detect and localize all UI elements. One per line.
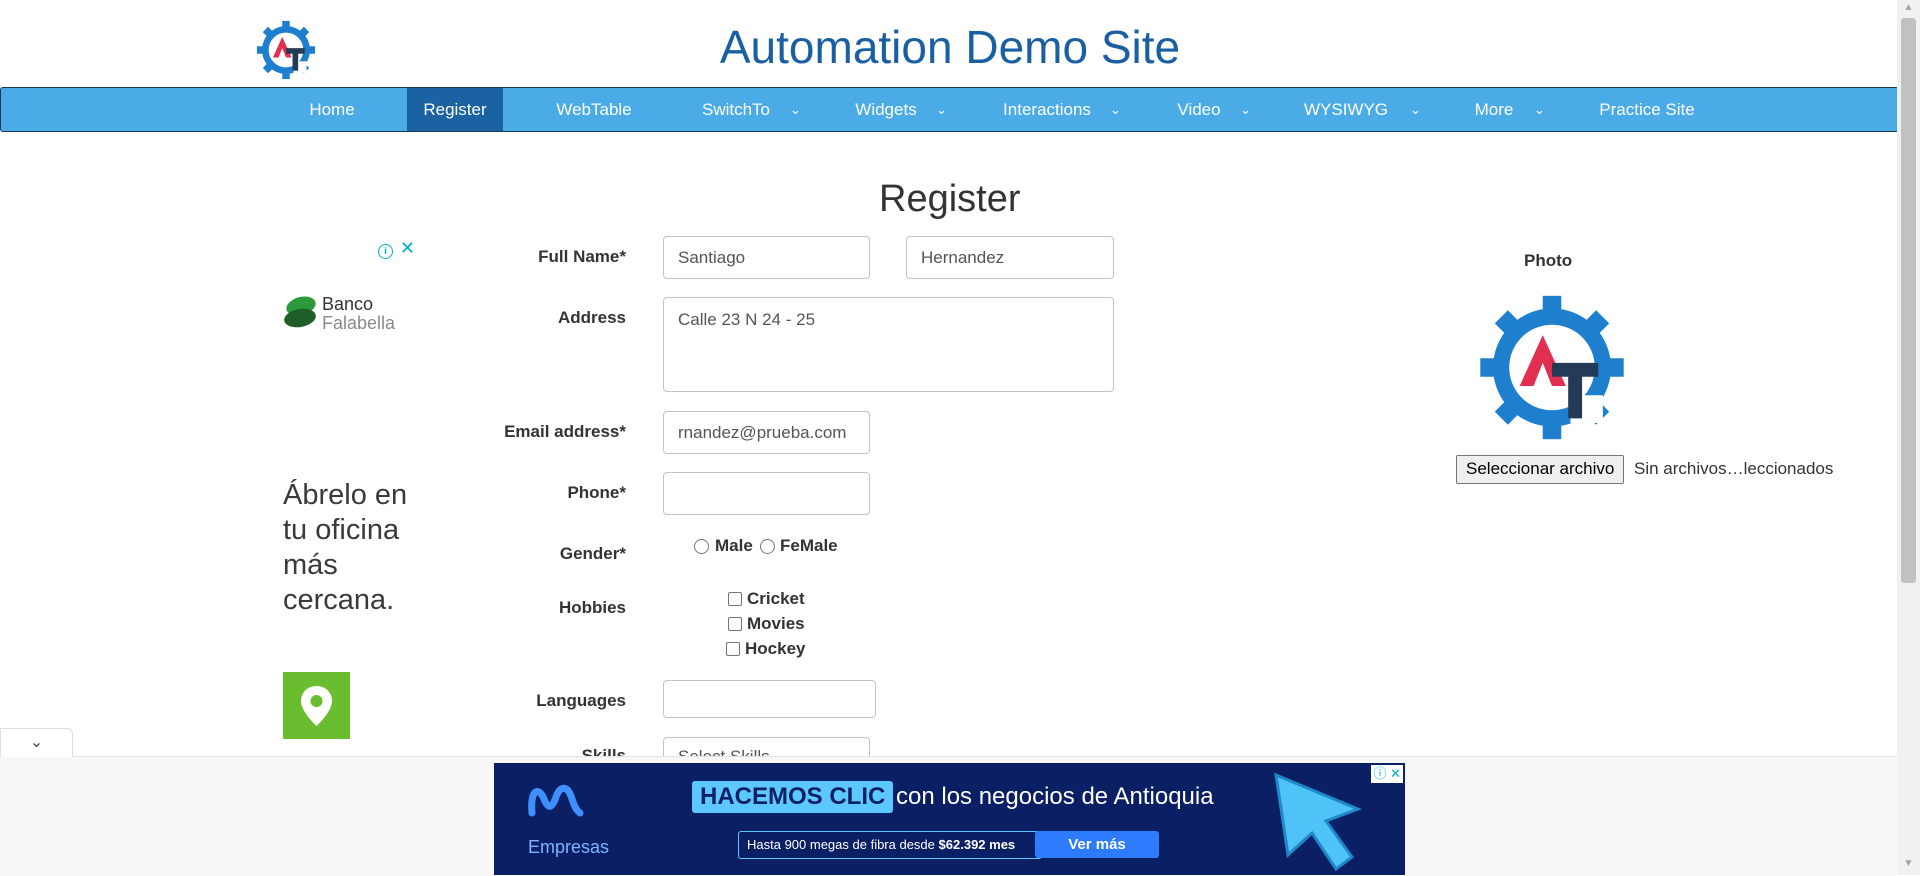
photo-label: Photo bbox=[1524, 251, 1573, 270]
gender-female-radio[interactable] bbox=[760, 539, 775, 554]
ver-mas-button[interactable]: Ver más bbox=[1035, 831, 1159, 858]
offer-text: Hasta 900 megas de fibra desde bbox=[747, 837, 935, 852]
page-title: Register bbox=[879, 178, 1021, 220]
nav-interactions[interactable]: Interactions bbox=[997, 88, 1097, 131]
choose-file-button[interactable]: Seleccionar archivo bbox=[1456, 455, 1625, 484]
scroll-up-icon[interactable]: ▲ bbox=[1900, 2, 1917, 16]
hobby-hockey-label: Hockey bbox=[745, 639, 806, 658]
bottom-ad-choices[interactable]: ⓘ ✕ bbox=[1371, 765, 1403, 783]
nav-wysiwyg[interactable]: WYSIWYG bbox=[1299, 88, 1393, 131]
collapse-ad-button[interactable]: ⌄ bbox=[0, 728, 73, 757]
email-label: Email address* bbox=[504, 422, 626, 441]
languages-input[interactable] bbox=[663, 680, 876, 718]
movistar-logo-icon bbox=[528, 784, 584, 817]
info-icon[interactable]: i bbox=[378, 244, 393, 259]
gender-female-label: FeMale bbox=[780, 536, 838, 555]
gender-male-label: Male bbox=[715, 536, 753, 555]
close-icon[interactable]: ✕ bbox=[400, 238, 415, 258]
languages-label: Languages bbox=[536, 691, 626, 710]
nav-home[interactable]: Home bbox=[297, 88, 367, 131]
chevron-down-icon[interactable]: ⌄ bbox=[1534, 88, 1545, 131]
chevron-down-icon[interactable]: ⌄ bbox=[1110, 88, 1121, 131]
location-pin-icon[interactable] bbox=[283, 672, 350, 739]
left-ad-copy: Ábrelo en tu oficina más cercana. bbox=[283, 479, 408, 616]
chevron-down-icon[interactable]: ⌄ bbox=[936, 88, 947, 131]
nav-webtable[interactable]: WebTable bbox=[544, 88, 644, 131]
chevron-down-icon[interactable]: ⌄ bbox=[1240, 88, 1251, 131]
last-name-input[interactable]: Hernandez bbox=[906, 236, 1114, 279]
skills-label: Skills bbox=[581, 746, 626, 756]
bottom-banner-ad[interactable]: Empresas HACEMOS CLIC con los negocios d… bbox=[494, 763, 1405, 875]
gender-label: Gender* bbox=[559, 544, 626, 563]
nav-video[interactable]: Video bbox=[1171, 88, 1227, 131]
gender-male-radio[interactable] bbox=[694, 539, 709, 554]
bank-brand: Banco Falabella bbox=[322, 294, 396, 333]
info-icon[interactable]: ⓘ bbox=[1373, 766, 1386, 781]
skills-select[interactable]: Select Skills bbox=[663, 737, 870, 756]
offer-price: $62.392 mes bbox=[938, 837, 1016, 852]
main-navbar: Home Register WebTable SwitchTo ⌄ Widget… bbox=[0, 87, 1899, 132]
hobby-movies-label: Movies bbox=[747, 614, 805, 633]
nav-practice-site[interactable]: Practice Site bbox=[1591, 88, 1703, 131]
address-label: Address bbox=[557, 308, 626, 327]
nav-more[interactable]: More bbox=[1469, 88, 1519, 131]
nav-switchto[interactable]: SwitchTo bbox=[691, 88, 781, 131]
phone-input[interactable] bbox=[663, 472, 870, 515]
address-textarea[interactable]: Calle 23 N 24 - 25 bbox=[663, 297, 1114, 392]
scroll-down-icon[interactable]: ▼ bbox=[1900, 858, 1917, 872]
skills-label-wrap: Skills bbox=[426, 737, 626, 756]
hobby-cricket-checkbox[interactable] bbox=[728, 592, 742, 606]
file-status: Sin archivos…leccionados bbox=[1634, 459, 1834, 478]
hobby-hockey-checkbox[interactable] bbox=[726, 642, 740, 656]
bank-logo-icon bbox=[284, 296, 316, 328]
headline-text: con los negocios de Antioquia bbox=[896, 783, 1214, 810]
email-input[interactable]: rnandez@prueba.com bbox=[663, 411, 870, 454]
chevron-down-icon[interactable]: ⌄ bbox=[790, 88, 801, 131]
hobbies-label: Hobbies bbox=[558, 598, 626, 617]
nav-register[interactable]: Register bbox=[407, 88, 503, 131]
chevron-down-icon[interactable]: ⌄ bbox=[1410, 88, 1421, 131]
skills-select-wrap: Select Skills bbox=[663, 737, 870, 756]
cursor-arrow-icon bbox=[1274, 772, 1363, 872]
headline-highlight: HACEMOS CLIC bbox=[692, 781, 894, 813]
close-icon[interactable]: ✕ bbox=[1390, 766, 1401, 781]
brand-label: Empresas bbox=[528, 837, 610, 857]
ad-choices[interactable]: i ✕ bbox=[378, 238, 415, 259]
hobby-movies-checkbox[interactable] bbox=[728, 617, 742, 631]
chevron-down-icon[interactable]: ⌄ bbox=[30, 734, 43, 751]
full-name-label: Full Name* bbox=[538, 247, 626, 266]
hobby-cricket-label: Cricket bbox=[747, 589, 805, 608]
photo-preview bbox=[1480, 295, 1624, 440]
first-name-input[interactable]: Santiago bbox=[663, 236, 870, 279]
offer-box: Hasta 900 megas de fibra desde $62.392 m… bbox=[738, 831, 1042, 859]
phone-label: Phone* bbox=[567, 483, 626, 502]
site-title: Automation Demo Site bbox=[719, 21, 1181, 73]
nav-widgets[interactable]: Widgets bbox=[847, 88, 925, 131]
scrollbar-thumb[interactable] bbox=[1901, 18, 1916, 583]
